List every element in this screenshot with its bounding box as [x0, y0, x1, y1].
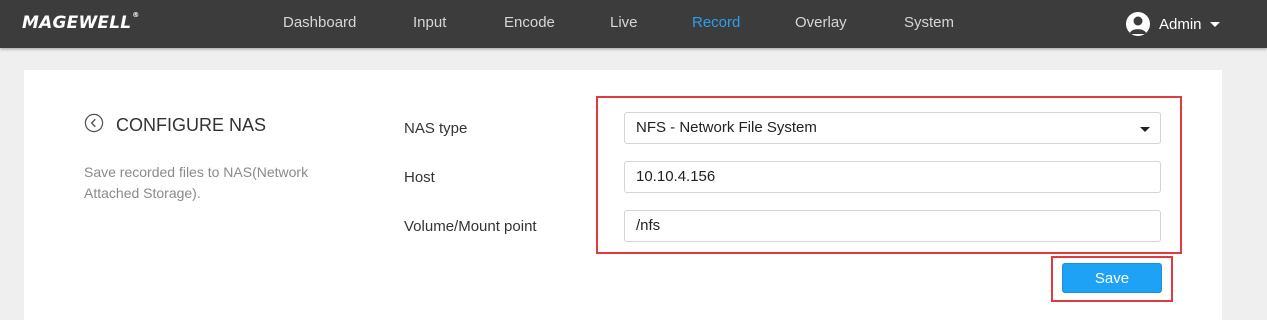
user-name: Admin	[1159, 15, 1202, 33]
nav-item-live[interactable]: Live	[610, 14, 638, 31]
user-menu[interactable]: Admin	[1126, 12, 1220, 36]
chevron-down-icon	[1209, 21, 1220, 27]
magewell-logo[interactable]: MAGEWELL®	[22, 11, 140, 33]
section-description: Save recorded files to NAS(Network Attac…	[84, 164, 309, 201]
page-title: CONFIGURE NAS	[116, 115, 267, 135]
logo-text: MAGEWELL	[22, 13, 132, 33]
nav-item-encode[interactable]: Encode	[504, 14, 555, 31]
top-navigation-bar: MAGEWELL® Dashboard Input Encode Live Re…	[0, 0, 1267, 48]
mount-point-label: Volume/Mount point	[404, 218, 537, 235]
host-label: Host	[404, 169, 435, 186]
nav-item-overlay[interactable]: Overlay	[795, 14, 847, 31]
highlight-save-box	[1051, 256, 1173, 302]
registered-mark: ®	[132, 11, 140, 19]
back-circle-icon[interactable]	[84, 113, 104, 133]
highlight-form-box	[596, 96, 1182, 254]
nav-item-record[interactable]: Record	[692, 14, 740, 31]
user-avatar-icon	[1126, 12, 1150, 36]
nas-type-label: NAS type	[404, 120, 468, 137]
nav-item-input[interactable]: Input	[413, 14, 446, 31]
nav-item-dashboard[interactable]: Dashboard	[283, 14, 356, 31]
nav-item-system[interactable]: System	[904, 14, 954, 31]
